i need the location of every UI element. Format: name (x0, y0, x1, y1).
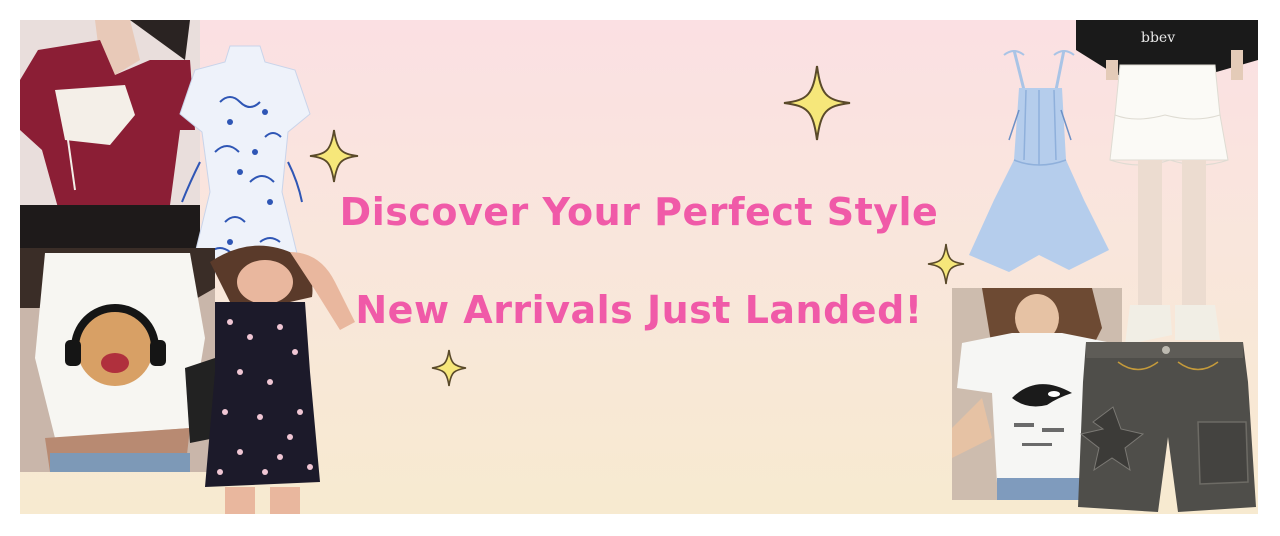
sparkle-icon (431, 349, 467, 387)
banner-subheadline: New Arrivals Just Landed! (355, 288, 923, 332)
svg-text:bbev: bbev (1141, 30, 1175, 46)
product-photo-floral-slip-mini-dress[interactable] (170, 242, 360, 514)
sparkle-icon (783, 65, 851, 141)
product-photo-blue-corset-sundress[interactable] (964, 50, 1114, 272)
product-photo-grey-denim-cargo-shorts[interactable] (1078, 342, 1258, 514)
sparkle-icon (927, 243, 965, 285)
promo-banner[interactable]: bbev Discover Your Perfect Style New Arr… (20, 20, 1258, 514)
banner-headline: Discover Your Perfect Style (339, 190, 939, 234)
product-photo-blue-floral-qipao-dress[interactable] (170, 42, 320, 274)
sparkle-icon (309, 129, 359, 183)
